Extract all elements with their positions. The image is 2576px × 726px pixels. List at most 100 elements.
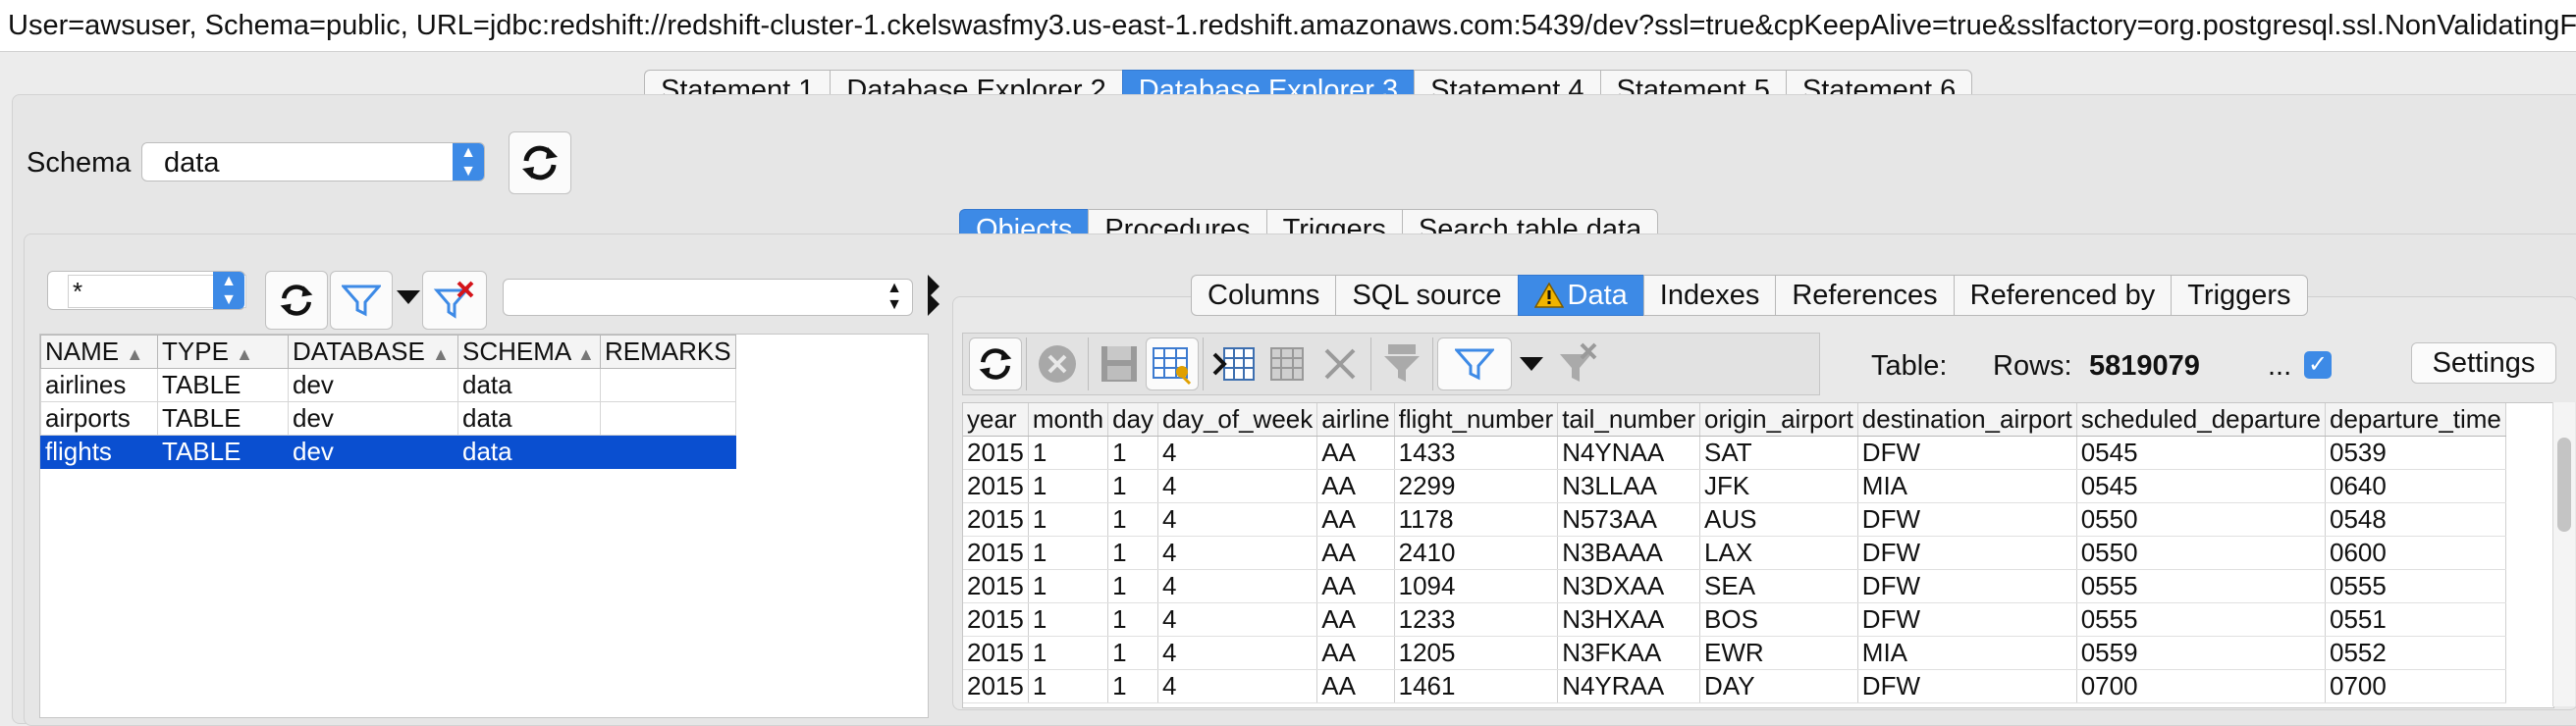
insert-row-button[interactable] (1208, 337, 1261, 390)
grid-cell[interactable]: DFW (1857, 436, 2077, 470)
grid-cell[interactable]: 2299 (1394, 469, 1559, 503)
grid-cell[interactable]: 0600 (2325, 536, 2506, 570)
object-row[interactable]: airlines TABLE dev data (40, 368, 736, 402)
grid-cell[interactable]: EWR (1699, 636, 1858, 670)
edit-table-button[interactable] (1146, 337, 1199, 390)
grid-cell[interactable]: 0552 (2325, 636, 2506, 670)
grid-column-header[interactable]: airline (1316, 403, 1395, 437)
grid-cell[interactable]: 0555 (2076, 569, 2327, 603)
grid-cell[interactable]: AA (1316, 469, 1395, 503)
grid-cell[interactable]: LAX (1699, 536, 1858, 570)
grid-cell[interactable]: 1 (1107, 636, 1159, 670)
grid-column-header[interactable]: flight_number (1394, 403, 1559, 437)
scrollbar-thumb[interactable] (2557, 438, 2571, 532)
table-row[interactable]: 2015 1 1 4 AA 1178 N573AA AUS DFW 0550 0548 (963, 502, 2506, 537)
grid-cell[interactable]: 4 (1157, 569, 1318, 603)
grid-cell[interactable]: N4YRAA (1557, 669, 1701, 703)
grid-cell[interactable]: 1 (1028, 436, 1109, 470)
detail-tab-sql-source[interactable]: SQL source (1335, 275, 1518, 316)
refresh-data-button[interactable] (969, 337, 1022, 390)
grid-cell[interactable]: 4 (1157, 536, 1318, 570)
grid-cell[interactable]: 1 (1028, 469, 1109, 503)
grid-cell[interactable]: 0559 (2076, 636, 2327, 670)
grid-column-header[interactable]: scheduled_departure (2076, 403, 2327, 437)
splitter-arrow-icon[interactable] (928, 292, 939, 316)
grid-cell[interactable]: SAT (1699, 436, 1858, 470)
column-header-database[interactable]: DATABASE ▲ (288, 335, 458, 369)
grid-cell[interactable]: DFW (1857, 669, 2077, 703)
grid-cell[interactable]: 4 (1157, 469, 1318, 503)
grid-cell[interactable]: 1233 (1394, 602, 1559, 637)
grid-cell[interactable]: 1178 (1394, 502, 1559, 537)
grid-cell[interactable]: 2015 (963, 536, 1029, 570)
copy-row-button[interactable] (1261, 337, 1314, 390)
detail-tab-data[interactable]: Data (1517, 275, 1643, 316)
grid-cell[interactable]: 1205 (1394, 636, 1559, 670)
more-button[interactable]: ... (2268, 350, 2291, 383)
vertical-scrollbar[interactable] (2552, 402, 2575, 706)
refresh-schema-button[interactable] (509, 131, 571, 194)
grid-cell[interactable]: 1 (1028, 536, 1109, 570)
grid-cell[interactable]: 0555 (2076, 602, 2327, 637)
cancel-button[interactable] (1031, 337, 1084, 390)
column-header-remarks[interactable]: REMARKS (600, 335, 736, 369)
table-row[interactable]: 2015 1 1 4 AA 1461 N4YRAA DAY DFW 0700 0700 (963, 669, 2506, 703)
grid-cell[interactable]: N3FKAA (1557, 636, 1701, 670)
column-header-schema[interactable]: SCHEMA ▲ (457, 335, 601, 369)
grid-cell[interactable]: 4 (1157, 602, 1318, 637)
grid-cell[interactable]: 2015 (963, 669, 1029, 703)
grid-cell[interactable]: 1094 (1394, 569, 1559, 603)
rows-checkbox[interactable]: ✓ (2304, 351, 2332, 379)
settings-button[interactable]: Settings (2411, 342, 2556, 384)
grid-cell[interactable]: 1 (1107, 669, 1159, 703)
grid-cell[interactable]: DFW (1857, 569, 2077, 603)
grid-cell[interactable]: 0550 (2076, 502, 2327, 537)
grid-column-header[interactable]: year (963, 403, 1029, 437)
detail-tab-indexes[interactable]: Indexes (1642, 275, 1776, 316)
table-row[interactable]: 2015 1 1 4 AA 2410 N3BAAA LAX DFW 0550 0600 (963, 536, 2506, 570)
grid-cell[interactable]: 0545 (2076, 436, 2327, 470)
grid-cell[interactable]: 2410 (1394, 536, 1559, 570)
object-row[interactable]: flights TABLE dev data (40, 435, 736, 469)
save-button[interactable] (1093, 337, 1146, 390)
grid-cell[interactable]: N3DXAA (1557, 569, 1701, 603)
grid-cell[interactable]: N3LLAA (1557, 469, 1701, 503)
table-row[interactable]: 2015 1 1 4 AA 1205 N3FKAA EWR MIA 0559 0552 (963, 636, 2506, 670)
grid-cell[interactable]: 1 (1107, 536, 1159, 570)
grid-cell[interactable]: 4 (1157, 669, 1318, 703)
grid-cell[interactable]: 1 (1107, 502, 1159, 537)
grid-column-header[interactable]: departure_time (2325, 403, 2506, 437)
table-row[interactable]: 2015 1 1 4 AA 1233 N3HXAA BOS DFW 0555 0551 (963, 602, 2506, 637)
grid-cell[interactable]: 1 (1028, 669, 1109, 703)
grid-column-header[interactable]: destination_airport (1857, 403, 2077, 437)
filter-dropdown-icon[interactable] (397, 290, 420, 304)
grid-cell[interactable]: 1 (1107, 436, 1159, 470)
grid-cell[interactable]: SEA (1699, 569, 1858, 603)
grid-cell[interactable]: DAY (1699, 669, 1858, 703)
filter-button[interactable] (330, 271, 393, 330)
grid-cell[interactable]: DFW (1857, 502, 2077, 537)
detail-tab-references[interactable]: References (1775, 275, 1954, 316)
grid-cell[interactable]: AA (1316, 602, 1395, 637)
grid-cell[interactable]: 0548 (2325, 502, 2506, 537)
table-row[interactable]: 2015 1 1 4 AA 1094 N3DXAA SEA DFW 0555 0555 (963, 569, 2506, 603)
grid-cell[interactable]: 0700 (2325, 669, 2506, 703)
grid-cell[interactable]: N3BAAA (1557, 536, 1701, 570)
grid-cell[interactable]: DFW (1857, 602, 2077, 637)
delete-row-button[interactable] (1314, 337, 1367, 390)
grid-cell[interactable]: AA (1316, 636, 1395, 670)
grid-column-header[interactable]: day (1107, 403, 1159, 437)
grid-cell[interactable]: 1 (1107, 602, 1159, 637)
grid-cell[interactable]: 2015 (963, 636, 1029, 670)
grid-cell[interactable]: AUS (1699, 502, 1858, 537)
grid-cell[interactable]: 1433 (1394, 436, 1559, 470)
object-row[interactable]: airports TABLE dev data (40, 401, 736, 436)
grid-cell[interactable]: DFW (1857, 536, 2077, 570)
clear-filter-button[interactable] (422, 271, 487, 330)
grid-cell[interactable]: BOS (1699, 602, 1858, 637)
grid-cell[interactable]: 0550 (2076, 536, 2327, 570)
grid-cell[interactable]: AA (1316, 502, 1395, 537)
column-header-name[interactable]: NAME ▲ (40, 335, 158, 369)
grid-cell[interactable]: AA (1316, 669, 1395, 703)
grid-column-header[interactable]: day_of_week (1157, 403, 1318, 437)
